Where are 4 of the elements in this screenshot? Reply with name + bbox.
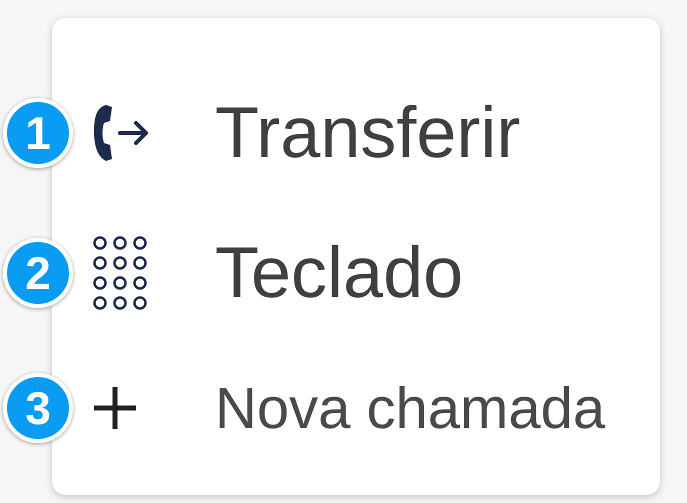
menu-item[interactable]: Transferir (215, 92, 520, 174)
menu-item[interactable]: Teclado (215, 232, 464, 314)
plus-icon (92, 385, 138, 431)
menu-item[interactable]: Nova chamada (215, 374, 606, 442)
